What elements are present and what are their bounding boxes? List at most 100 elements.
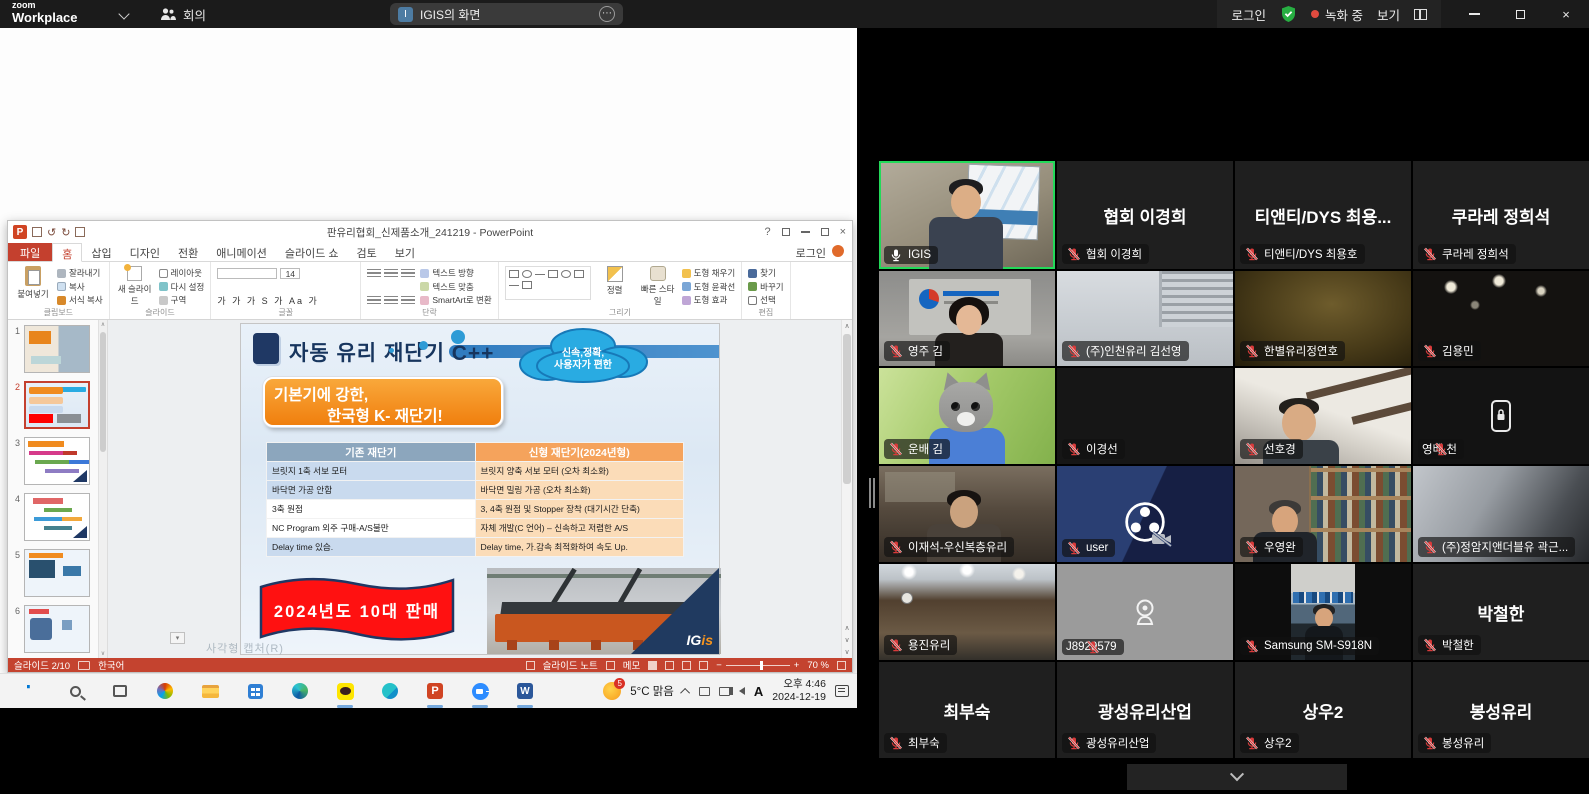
participant-tile[interactable]: 박철한 박철한 (1413, 564, 1589, 660)
start-button[interactable] (18, 679, 42, 703)
panel-resize-handle[interactable] (869, 478, 875, 508)
participant-tile[interactable]: 티앤티/DYS 최용... 티앤티/DYS 최용호 (1235, 161, 1411, 269)
reading-view-icon[interactable] (682, 661, 691, 670)
participant-tile[interactable]: 이경선 (1057, 368, 1233, 464)
font-size-input[interactable]: 14 (280, 268, 300, 279)
text-direction-button[interactable]: 텍스트 방향 (420, 267, 491, 279)
smartart-button[interactable]: SmartArt로 변환 (420, 294, 491, 306)
font-format-buttons[interactable]: 가 가 가 S 가 Aa 가 (217, 294, 318, 307)
ribbon-options-icon[interactable] (782, 228, 790, 236)
shape-effects-button[interactable]: 도형 효과 (682, 294, 735, 306)
arrange-button[interactable]: 정렬 (596, 266, 634, 307)
font-name-input[interactable] (217, 268, 277, 279)
ppt-minimize-icon[interactable] (801, 231, 810, 233)
normal-view-icon[interactable] (648, 661, 657, 670)
menu-tab-view[interactable]: 보기 (386, 243, 424, 261)
new-slide-button[interactable]: 새 슬라이드 (116, 266, 154, 307)
align-left-icon[interactable] (367, 296, 381, 305)
align-right-icon[interactable] (401, 296, 415, 305)
participant-tile[interactable]: 운배 김 (879, 368, 1055, 464)
participant-tile[interactable]: 광성유리산업 광성유리산업 (1057, 662, 1233, 758)
participant-tile[interactable]: 협회 이경희 협회 이경희 (1057, 161, 1233, 269)
maximize-button[interactable] (1497, 0, 1543, 28)
slide-sorter-view-icon[interactable] (665, 661, 674, 670)
reset-button[interactable]: 다시 설정 (159, 281, 205, 293)
slide-thumbnails-panel[interactable]: 1 2 3 4 5 6 ∧∨ (8, 320, 108, 658)
paste-button[interactable]: 붙여넣기 (14, 266, 52, 307)
slide-thumbnail-5[interactable]: 5 (11, 549, 97, 597)
more-options-icon[interactable]: ⋯ (599, 6, 615, 22)
weather-icon[interactable]: 5 (603, 682, 621, 700)
current-slide[interactable]: 자동 유리 재단기 C++ 신속,정확,사용자가 편한 기본기에 강한, 한국형… (241, 324, 719, 654)
tab-meeting[interactable]: 회의 (160, 0, 206, 28)
word-taskbar-button[interactable]: W (513, 679, 537, 703)
task-view-button[interactable] (108, 679, 132, 703)
participant-tile[interactable]: 선호경 (1235, 368, 1411, 464)
menu-tab-home[interactable]: 홈 (52, 243, 82, 262)
slide-scrollbar[interactable]: ∧ ∧ ∨ ∨ (841, 320, 852, 658)
slideshow-view-icon[interactable] (699, 661, 708, 670)
weather-text[interactable]: 5°C 맑음 (630, 683, 674, 699)
menu-tab-animation[interactable]: 애니메이션 (207, 243, 276, 261)
participant-tile[interactable]: 영주 김 (879, 271, 1055, 366)
whale-browser-button[interactable] (378, 679, 402, 703)
gallery-next-page-button[interactable] (1127, 764, 1347, 790)
notes-button[interactable]: 슬라이드 노트 (543, 658, 598, 672)
participant-tile[interactable]: 봉성유리 봉성유리 (1413, 662, 1589, 758)
menu-tab-slideshow[interactable]: 슬라이드 쇼 (276, 243, 348, 261)
participant-tile[interactable]: 우영완 (1235, 466, 1411, 562)
cut-button[interactable]: 잘라내기 (57, 267, 103, 279)
align-center-icon[interactable] (384, 296, 398, 305)
shapes-gallery[interactable] (505, 266, 591, 300)
security-shield-icon[interactable] (1280, 5, 1297, 23)
edge-button[interactable] (288, 679, 312, 703)
fit-to-window-icon[interactable] (837, 661, 846, 670)
select-button[interactable]: 선택 (748, 294, 783, 306)
participant-tile[interactable]: Samsung SM-S918N (1235, 564, 1411, 660)
store-button[interactable] (243, 679, 267, 703)
participant-tile[interactable]: 한별유리정연호 (1235, 271, 1411, 366)
numbered-list-icon[interactable] (384, 269, 398, 278)
memo-button[interactable]: 메모 (623, 658, 640, 672)
account-avatar[interactable] (832, 245, 844, 257)
quick-styles-button[interactable]: 빠른 스타일 (639, 266, 677, 307)
menu-tab-file[interactable]: 파일 (8, 243, 52, 261)
zoom-slider[interactable]: − + (716, 660, 799, 671)
memo-icon[interactable] (606, 661, 615, 670)
oval-shape-icon[interactable] (561, 270, 571, 278)
search-button[interactable] (63, 679, 87, 703)
clock[interactable]: 오후 4:46 2024-12-19 (772, 678, 826, 704)
format-painter-button[interactable]: 서식 복사 (57, 294, 103, 306)
slide-thumbnail-3[interactable]: 3 (11, 437, 97, 485)
minimize-button[interactable] (1451, 0, 1497, 28)
slide-thumbnail-1[interactable]: 1 (11, 325, 97, 373)
slide-thumbnail-6[interactable]: 6 (11, 605, 97, 653)
replace-button[interactable]: 바꾸기 (748, 281, 783, 293)
connector-shape-icon[interactable] (509, 285, 519, 286)
powerpoint-titlebar[interactable]: P ↺ ↻ 판유리협회_신제품소개_241219 - PowerPoint ? … (8, 221, 852, 243)
close-button[interactable]: × (1543, 0, 1589, 28)
file-explorer-button[interactable] (198, 679, 222, 703)
slide-thumbnail-4[interactable]: 4 (11, 493, 97, 541)
shape-fill-button[interactable]: 도형 채우기 (682, 267, 735, 279)
layout-button[interactable]: 레이아웃 (159, 267, 205, 279)
ime-indicator[interactable]: A (754, 684, 763, 699)
copilot-button[interactable] (153, 679, 177, 703)
line-shape-icon[interactable] (535, 274, 545, 275)
text-align-button[interactable]: 텍스트 맞춤 (420, 281, 491, 293)
participant-tile[interactable]: 쿠라레 정희석 쿠라레 정희석 (1413, 161, 1589, 269)
participant-tile[interactable]: (주)정암지앤더블유 곽근... (1413, 466, 1589, 562)
zoom-level[interactable]: 70 % (807, 660, 829, 671)
triangle-shape-icon[interactable] (522, 281, 532, 289)
zoom-taskbar-button[interactable] (468, 679, 492, 703)
participant-tile[interactable]: 최부숙 최부숙 (879, 662, 1055, 758)
participant-tile[interactable]: 용진유리 (879, 564, 1055, 660)
participant-tile[interactable]: IGIS (879, 161, 1055, 269)
shape-outline-button[interactable]: 도형 윤곽선 (682, 281, 735, 293)
bullet-list-icon[interactable] (367, 269, 381, 278)
find-button[interactable]: 찾기 (748, 267, 783, 279)
menu-tab-transition[interactable]: 전환 (169, 243, 207, 261)
login-button[interactable]: 로그인 (1231, 5, 1266, 24)
view-button[interactable]: 보기 (1377, 5, 1400, 24)
participant-tile[interactable]: 상우2 상우2 (1235, 662, 1411, 758)
